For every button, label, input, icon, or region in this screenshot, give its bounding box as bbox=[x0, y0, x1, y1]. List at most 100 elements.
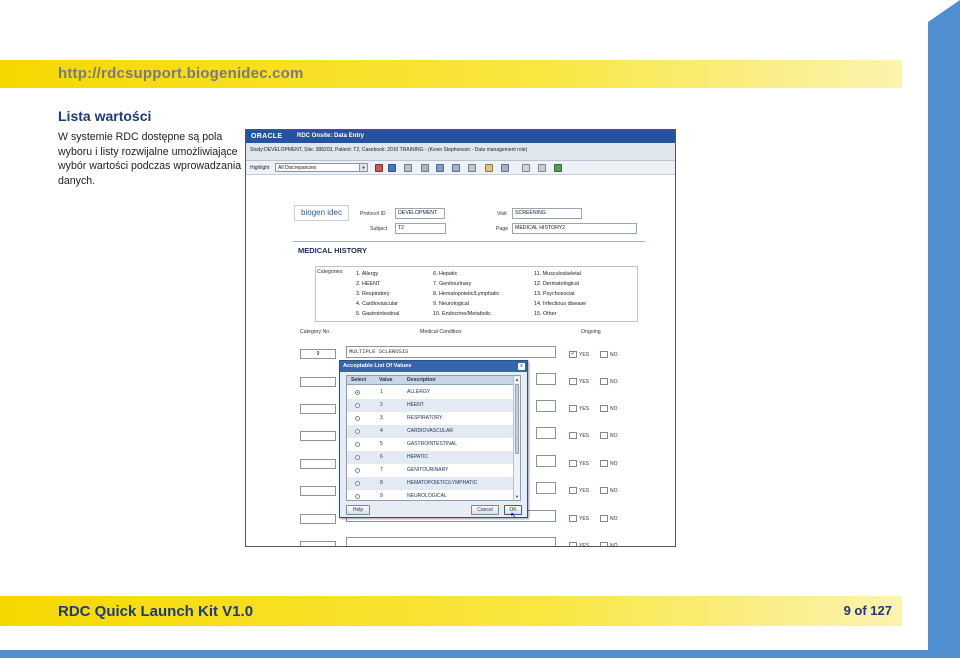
medical-condition-field[interactable] bbox=[536, 400, 556, 412]
support-url[interactable]: http://rdcsupport.biogenidec.com bbox=[58, 65, 304, 82]
no-checkbox[interactable] bbox=[600, 405, 608, 412]
category-no-field[interactable] bbox=[300, 404, 336, 414]
medical-condition-field[interactable] bbox=[536, 482, 556, 494]
oracle-logo: ORACLE bbox=[251, 133, 283, 140]
next-icon[interactable] bbox=[554, 164, 562, 172]
yes-checkbox[interactable] bbox=[569, 460, 577, 467]
vertical-scrollbar[interactable]: ▲ ▼ bbox=[513, 376, 520, 500]
medical-condition-field[interactable] bbox=[536, 455, 556, 467]
category-item: 11. Musculoskeletal bbox=[534, 271, 581, 277]
page-field: MEDICAL HISTORY2 bbox=[512, 223, 637, 234]
table-row[interactable]: 3 RESPIRATORY bbox=[347, 412, 514, 425]
list-icon[interactable] bbox=[468, 164, 476, 172]
table-row[interactable]: 5 GASTROINTESTINAL bbox=[347, 438, 514, 451]
yes-checkbox[interactable] bbox=[569, 378, 577, 385]
row-description: HEMATOPOIETIC/LYMPHATIC bbox=[407, 480, 478, 486]
medical-condition-field[interactable] bbox=[346, 537, 556, 546]
medical-condition-field[interactable]: MULTIPLE SCLEROSIS bbox=[346, 346, 556, 358]
no-label: NO bbox=[610, 461, 618, 467]
no-checkbox[interactable] bbox=[600, 460, 608, 467]
note-icon[interactable] bbox=[485, 164, 493, 172]
yes-label: YES bbox=[579, 406, 590, 412]
table-row[interactable]: 1 ALLERGY bbox=[347, 386, 514, 399]
radio-button[interactable] bbox=[355, 416, 360, 421]
list-of-values-dialog: Acceptable List Of Values x Select Value… bbox=[339, 360, 528, 520]
no-checkbox[interactable] bbox=[600, 432, 608, 439]
help-button[interactable]: Help bbox=[346, 505, 370, 515]
medical-condition-field[interactable] bbox=[536, 373, 556, 385]
ongoing-header: Ongoing bbox=[581, 329, 601, 335]
table-row[interactable]: 8 HEMATOPOIETIC/LYMPHATIC bbox=[347, 477, 514, 490]
row-value: 2 bbox=[380, 402, 383, 408]
scroll-down-icon[interactable]: ▼ bbox=[514, 493, 520, 500]
radio-button[interactable] bbox=[355, 429, 360, 434]
no-label: NO bbox=[610, 406, 618, 412]
table-row[interactable]: 9 NEUROLOGICAL bbox=[347, 490, 514, 500]
table-icon[interactable] bbox=[452, 164, 460, 172]
row-value: 4 bbox=[380, 428, 383, 434]
radio-button[interactable] bbox=[355, 442, 360, 447]
delete-icon[interactable] bbox=[522, 164, 530, 172]
yes-checkbox[interactable] bbox=[569, 542, 577, 546]
no-checkbox[interactable] bbox=[600, 378, 608, 385]
row-description: GASTROINTESTINAL bbox=[407, 441, 458, 447]
highlight-label: Highlight bbox=[250, 165, 270, 171]
table-row[interactable]: 2 HEENT bbox=[347, 399, 514, 412]
page-fold bbox=[928, 0, 960, 22]
cancel-button[interactable]: Cancel bbox=[471, 505, 499, 515]
body-text: W systemie RDC dostępne są pola wyboru i… bbox=[58, 131, 242, 187]
category-item: 12. Dermatological bbox=[534, 281, 579, 287]
row-description: ALLERGY bbox=[407, 389, 431, 395]
chevron-down-icon[interactable]: ▼ bbox=[359, 164, 367, 171]
table-row[interactable]: 6 HEPATIC bbox=[347, 451, 514, 464]
category-no-field[interactable]: 9 bbox=[300, 349, 336, 359]
highlight-value: All Discrepancies bbox=[278, 165, 317, 171]
table-row[interactable]: 7 GENITOURINARY bbox=[347, 464, 514, 477]
radio-button[interactable] bbox=[355, 390, 360, 395]
no-checkbox[interactable] bbox=[600, 542, 608, 546]
category-no-field[interactable] bbox=[300, 541, 336, 546]
no-checkbox[interactable] bbox=[600, 351, 608, 358]
dialog-title: Acceptable List Of Values bbox=[340, 361, 527, 372]
radio-button[interactable] bbox=[355, 455, 360, 460]
document-icon[interactable] bbox=[436, 164, 444, 172]
copy-icon[interactable] bbox=[538, 164, 546, 172]
yes-checkbox[interactable] bbox=[569, 515, 577, 522]
save-icon[interactable] bbox=[375, 164, 383, 172]
no-checkbox[interactable] bbox=[600, 515, 608, 522]
category-no-field[interactable] bbox=[300, 431, 336, 441]
category-no-field[interactable] bbox=[300, 459, 336, 469]
yes-checkbox[interactable] bbox=[569, 487, 577, 494]
radio-button[interactable] bbox=[355, 403, 360, 408]
scroll-up-icon[interactable]: ▲ bbox=[514, 376, 520, 383]
scroll-thumb[interactable] bbox=[515, 384, 519, 454]
divider bbox=[293, 241, 645, 242]
grid-icon[interactable] bbox=[421, 164, 429, 172]
table-row[interactable]: 4 CARDIOVASCULAR bbox=[347, 425, 514, 438]
radio-button[interactable] bbox=[355, 468, 360, 473]
slide: http://rdcsupport.biogenidec.com Lista w… bbox=[0, 0, 960, 658]
radio-button[interactable] bbox=[355, 481, 360, 486]
print-icon[interactable] bbox=[501, 164, 509, 172]
previous-icon[interactable] bbox=[404, 164, 412, 172]
category-no-field[interactable] bbox=[300, 514, 336, 524]
protocol-field: DEVELOPMENT bbox=[395, 208, 445, 219]
category-item: 13. Psychosocial bbox=[534, 291, 575, 297]
medical-condition-field[interactable] bbox=[536, 427, 556, 439]
radio-button[interactable] bbox=[355, 494, 360, 499]
page-number: 9 of 127 bbox=[843, 603, 892, 618]
yes-checkbox[interactable]: ✓ bbox=[569, 351, 577, 358]
bottom-accent-bar bbox=[0, 650, 960, 658]
no-checkbox[interactable] bbox=[600, 487, 608, 494]
yes-checkbox[interactable] bbox=[569, 432, 577, 439]
section-title: Lista wartości bbox=[58, 108, 152, 124]
subject-field: T2 bbox=[395, 223, 446, 234]
yes-checkbox[interactable] bbox=[569, 405, 577, 412]
close-icon[interactable]: x bbox=[518, 363, 525, 370]
save-complete-icon[interactable] bbox=[388, 164, 396, 172]
protocol-label: Protocol ID bbox=[360, 211, 386, 217]
category-no-field[interactable] bbox=[300, 377, 336, 387]
highlight-select[interactable]: All Discrepancies ▼ bbox=[275, 163, 368, 172]
category-no-field[interactable] bbox=[300, 486, 336, 496]
category-item: 7. Genitourinary bbox=[433, 281, 472, 287]
